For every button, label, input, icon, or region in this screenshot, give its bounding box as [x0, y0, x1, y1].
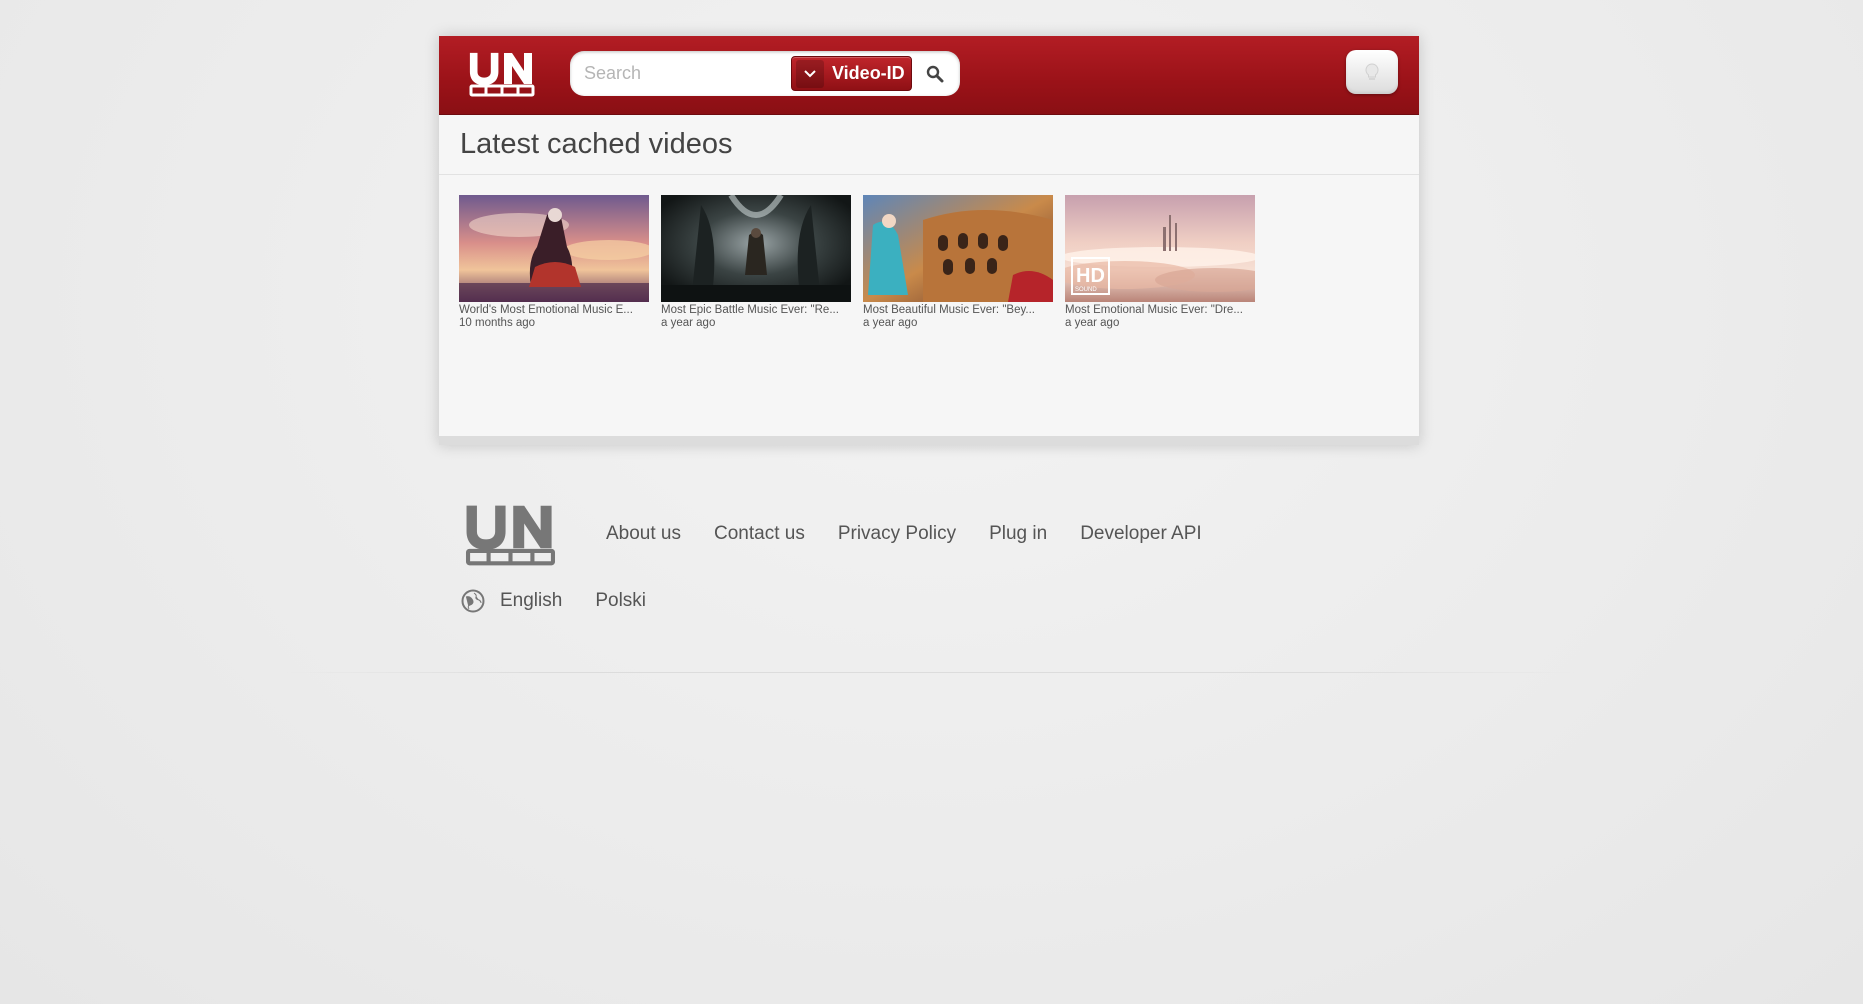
- footer-nav: About us Contact us Privacy Policy Plug …: [606, 523, 1202, 545]
- video-title[interactable]: Most Epic Battle Music Ever: "Re...: [661, 304, 851, 317]
- footer-link-about[interactable]: About us: [606, 523, 681, 545]
- logo-icon: [465, 505, 556, 566]
- video-thumbnail[interactable]: HD SOUND: [1065, 195, 1255, 302]
- language-switcher: English Polski: [461, 589, 679, 613]
- lightbulb-icon: [1365, 63, 1379, 80]
- video-title[interactable]: Most Beautiful Music Ever: "Bey...: [863, 304, 1053, 317]
- video-thumbnail[interactable]: [661, 195, 851, 302]
- search-type-dropdown[interactable]: Video-ID: [791, 56, 912, 91]
- footer-link-privacy[interactable]: Privacy Policy: [838, 523, 956, 545]
- search-type-label: Video-ID: [832, 63, 905, 83]
- search-button[interactable]: [920, 59, 950, 89]
- page-title: Latest cached videos: [439, 115, 1419, 175]
- language-polski[interactable]: Polski: [595, 590, 646, 612]
- video-age: 10 months ago: [459, 317, 536, 329]
- svg-text:SOUND: SOUND: [1075, 287, 1097, 293]
- video-title[interactable]: Most Emotional Music Ever: "Dre...: [1065, 304, 1255, 317]
- footer-divider: [280, 672, 1580, 673]
- video-thumbnail[interactable]: [863, 195, 1053, 302]
- video-age: a year ago: [661, 317, 716, 329]
- video-age: a year ago: [863, 317, 918, 329]
- site-logo[interactable]: [468, 51, 536, 97]
- content-area: Latest cached videos World's Most Emotio…: [439, 115, 1419, 436]
- chevron-down-icon[interactable]: [796, 59, 824, 88]
- panel-bottom-edge: [439, 436, 1419, 445]
- globe-icon: [461, 589, 485, 613]
- video-card[interactable]: HD SOUND Most Emotional Music Ever: "Dre…: [1065, 195, 1255, 329]
- search-bar: Video-ID: [570, 51, 960, 96]
- language-english[interactable]: English: [500, 590, 562, 612]
- footer-link-contact[interactable]: Contact us: [714, 523, 805, 545]
- main-panel: Video-ID Latest cached videos: [439, 36, 1419, 445]
- main-container: Video-ID Latest cached videos: [439, 36, 1419, 445]
- video-grid: World's Most Emotional Music E... 10 mon…: [459, 195, 1255, 329]
- svg-text:HD: HD: [1076, 265, 1105, 287]
- footer-link-plugin[interactable]: Plug in: [989, 523, 1047, 545]
- light-toggle-button[interactable]: [1346, 50, 1398, 94]
- video-title[interactable]: World's Most Emotional Music E...: [459, 304, 649, 317]
- video-thumbnail[interactable]: [459, 195, 649, 302]
- search-icon: [926, 65, 944, 83]
- video-card[interactable]: Most Beautiful Music Ever: "Bey... a yea…: [863, 195, 1053, 329]
- footer-logo[interactable]: [461, 503, 560, 566]
- footer-link-developer-api[interactable]: Developer API: [1080, 523, 1201, 545]
- top-header: Video-ID: [439, 36, 1419, 115]
- search-input[interactable]: [584, 59, 784, 87]
- video-age: a year ago: [1065, 317, 1120, 329]
- logo-icon: [469, 52, 535, 97]
- video-card[interactable]: Most Epic Battle Music Ever: "Re... a ye…: [661, 195, 851, 329]
- video-card[interactable]: World's Most Emotional Music E... 10 mon…: [459, 195, 649, 329]
